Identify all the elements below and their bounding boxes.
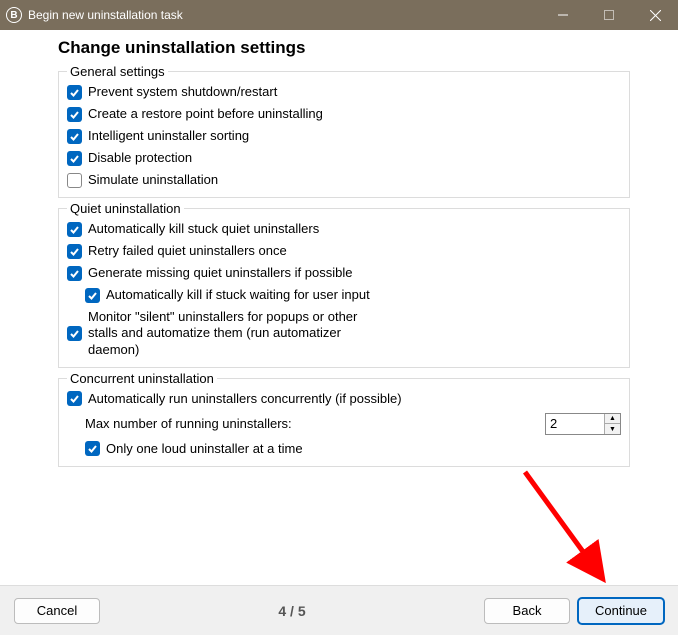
checkbox-only-one-loud[interactable] <box>85 441 100 456</box>
window-title: Begin new uninstallation task <box>28 8 540 22</box>
maximize-button[interactable] <box>586 0 632 30</box>
opt-auto-concurrent: Automatically run uninstallers concurren… <box>67 388 621 410</box>
group-general: General settings Prevent system shutdown… <box>58 64 630 198</box>
stepper-up-button[interactable]: ▲ <box>605 414 620 425</box>
label-retry-failed: Retry failed quiet uninstallers once <box>88 243 287 259</box>
opt-retry-failed: Retry failed quiet uninstallers once <box>67 240 621 262</box>
label-disable-protection: Disable protection <box>88 150 192 166</box>
checkbox-monitor-silent[interactable] <box>67 326 82 341</box>
stepper-down-button[interactable]: ▼ <box>605 424 620 434</box>
opt-kill-waiting-input: Automatically kill if stuck waiting for … <box>67 284 621 306</box>
label-kill-stuck: Automatically kill stuck quiet uninstall… <box>88 221 319 237</box>
opt-kill-stuck: Automatically kill stuck quiet uninstall… <box>67 218 621 240</box>
continue-button[interactable]: Continue <box>578 598 664 624</box>
label-auto-concurrent: Automatically run uninstallers concurren… <box>88 391 402 407</box>
group-general-legend: General settings <box>67 64 168 79</box>
label-simulate: Simulate uninstallation <box>88 172 218 188</box>
titlebar: B Begin new uninstallation task <box>0 0 678 30</box>
group-concurrent: Concurrent uninstallation Automatically … <box>58 371 630 467</box>
close-button[interactable] <box>632 0 678 30</box>
group-quiet: Quiet uninstallation Automatically kill … <box>58 201 630 368</box>
checkbox-intelligent-sort[interactable] <box>67 129 82 144</box>
page-indicator: 4 / 5 <box>108 603 476 619</box>
opt-disable-protection: Disable protection <box>67 147 621 169</box>
checkbox-disable-protection[interactable] <box>67 151 82 166</box>
cancel-button[interactable]: Cancel <box>14 598 100 624</box>
opt-generate-missing: Generate missing quiet uninstallers if p… <box>67 262 621 284</box>
checkbox-retry-failed[interactable] <box>67 244 82 259</box>
checkbox-restore-point[interactable] <box>67 107 82 122</box>
checkbox-kill-stuck[interactable] <box>67 222 82 237</box>
max-uninstallers-input[interactable] <box>546 414 604 434</box>
page-heading: Change uninstallation settings <box>58 38 630 58</box>
checkbox-kill-waiting-input[interactable] <box>85 288 100 303</box>
minimize-button[interactable] <box>540 0 586 30</box>
opt-max-uninstallers: Max number of running uninstallers: ▲ ▼ <box>67 410 621 438</box>
opt-restore-point: Create a restore point before uninstalli… <box>67 103 621 125</box>
opt-intelligent-sort: Intelligent uninstaller sorting <box>67 125 621 147</box>
opt-prevent-shutdown: Prevent system shutdown/restart <box>67 81 621 103</box>
group-concurrent-legend: Concurrent uninstallation <box>67 371 217 386</box>
label-max-uninstallers: Max number of running uninstallers: <box>85 416 292 432</box>
label-only-one-loud: Only one loud uninstaller at a time <box>106 441 303 457</box>
opt-monitor-silent: Monitor "silent" uninstallers for popups… <box>67 306 621 361</box>
label-prevent-shutdown: Prevent system shutdown/restart <box>88 84 277 100</box>
max-uninstallers-stepper[interactable]: ▲ ▼ <box>545 413 621 435</box>
back-button[interactable]: Back <box>484 598 570 624</box>
checkbox-generate-missing[interactable] <box>67 266 82 281</box>
group-quiet-legend: Quiet uninstallation <box>67 201 184 216</box>
opt-simulate: Simulate uninstallation <box>67 169 621 191</box>
label-restore-point: Create a restore point before uninstalli… <box>88 106 323 122</box>
label-monitor-silent: Monitor "silent" uninstallers for popups… <box>88 309 388 358</box>
checkbox-prevent-shutdown[interactable] <box>67 85 82 100</box>
label-generate-missing: Generate missing quiet uninstallers if p… <box>88 265 352 281</box>
content-area: Change uninstallation settings General s… <box>0 30 678 467</box>
opt-only-one-loud: Only one loud uninstaller at a time <box>67 438 621 460</box>
footer: Cancel 4 / 5 Back Continue <box>0 585 678 635</box>
checkbox-simulate[interactable] <box>67 173 82 188</box>
label-intelligent-sort: Intelligent uninstaller sorting <box>88 128 249 144</box>
checkbox-auto-concurrent[interactable] <box>67 391 82 406</box>
app-icon: B <box>6 7 22 23</box>
label-kill-waiting-input: Automatically kill if stuck waiting for … <box>106 287 370 303</box>
